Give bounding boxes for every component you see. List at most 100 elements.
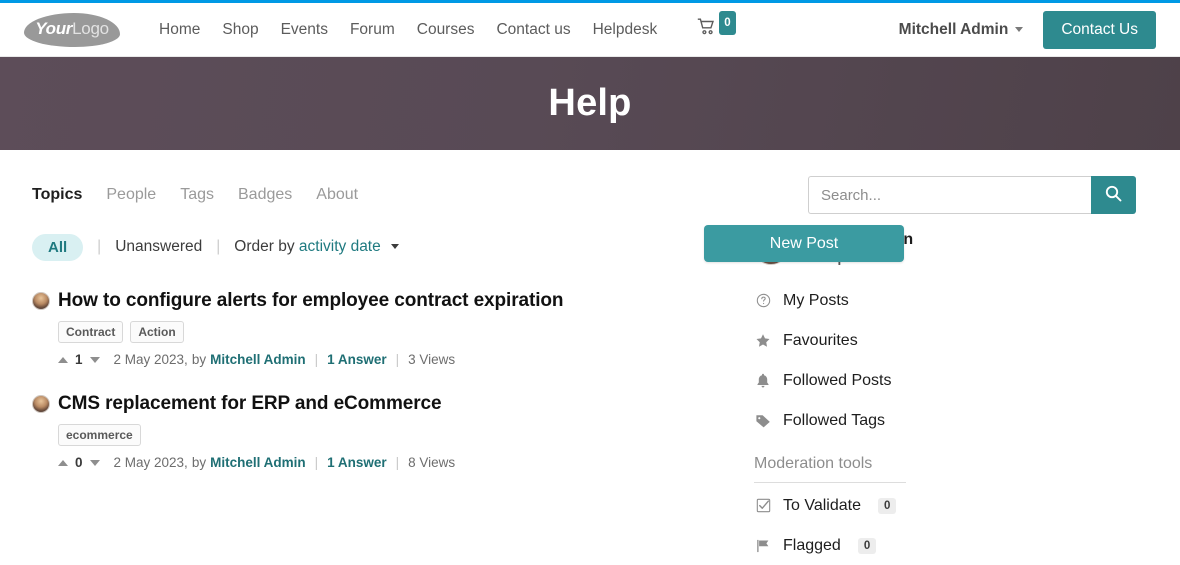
check-square-icon [754,498,772,513]
vote-down-icon[interactable] [89,356,100,363]
post-list-item: CMS replacement for ERP and eCommerce ec… [32,393,692,470]
page-title: Help [548,82,632,124]
post-tag[interactable]: Action [130,321,184,343]
filter-separator-1: | [97,238,102,255]
nav-link-courses[interactable]: Courses [406,20,486,40]
search-box [808,176,1136,214]
sidebar-item-favourites[interactable]: Favourites [754,328,994,353]
meta-separator: | [395,352,400,367]
star-icon [754,333,772,349]
meta-separator: | [314,352,319,367]
post-date: 2 May 2023, [113,455,188,470]
meta-separator: | [314,455,319,470]
nav-link-events[interactable]: Events [270,20,339,40]
vote-count: 1 [75,352,83,367]
post-title-link[interactable]: How to configure alerts for employee con… [58,290,563,312]
new-post-button[interactable]: New Post [704,225,904,262]
post-by-label: by [191,455,207,470]
sidebar-item-label: Favourites [783,331,858,349]
shopping-cart-icon [697,18,716,41]
post-author-link[interactable]: Mitchell Admin [210,455,306,470]
post-tag[interactable]: ecommerce [58,424,141,446]
post-author-link[interactable]: Mitchell Admin [210,352,306,367]
post-by-label: by [191,352,207,367]
filter-separator-2: | [216,238,221,255]
logo-text-bold: Your [35,18,73,38]
post-list-item: How to configure alerts for employee con… [32,290,692,367]
order-by-value[interactable]: activity date [299,238,381,255]
post-tag[interactable]: Contract [58,321,124,343]
sidebar-item-label: Followed Tags [783,411,885,429]
sidebar-item-to-validate[interactable]: To Validate 0 [754,493,994,518]
primary-nav: Home Shop Events Forum Courses Contact u… [148,10,747,42]
sidebar-item-label: To Validate [783,496,861,514]
forum-tabs: Topics People Tags Badges About [32,182,370,208]
order-by-label: Order by [234,238,295,255]
user-avatar-icon [32,395,50,413]
status-badge: 0 [857,537,877,554]
post-views: 8 Views [408,455,456,470]
post-title-link[interactable]: CMS replacement for ERP and eCommerce [58,393,442,415]
site-logo[interactable]: Your Logo [24,12,120,47]
main-navbar: Your Logo Home Shop Events Forum Courses … [0,3,1180,57]
cart-button[interactable]: 0 [686,10,746,42]
nav-link-helpdesk[interactable]: Helpdesk [582,20,669,40]
sidebar-item-label: Followed Posts [783,371,892,389]
tab-topics[interactable]: Topics [32,182,94,208]
status-badge: 0 [877,497,897,514]
search-input[interactable] [808,176,1091,214]
contact-us-button[interactable]: Contact Us [1043,10,1156,49]
vote-down-icon[interactable] [89,459,100,466]
sidebar-item-my-posts[interactable]: My Posts [754,288,994,313]
user-menu-label: Mitchell Admin [898,20,1009,38]
tab-tags[interactable]: Tags [168,182,226,208]
forum-subnav: Topics People Tags Badges About [0,150,1180,222]
new-post-wrap: New Post [704,225,904,262]
flag-icon [754,538,772,554]
moderation-tools-heading: Moderation tools [754,455,906,483]
sidebar-item-label: My Posts [783,291,849,309]
chevron-down-icon [391,244,400,250]
content-area: All | Unanswered | Order by activity dat… [0,222,1180,565]
vote-up-icon[interactable] [58,356,68,363]
tab-about[interactable]: About [304,182,370,208]
page-hero: Help [0,57,1180,150]
cart-count-badge: 0 [719,10,736,35]
post-answers-link[interactable]: 1 Answer [327,455,387,470]
sidebar-item-followed-tags[interactable]: Followed Tags [754,408,994,433]
logo-text: Your Logo [24,13,120,47]
page-root: Your Logo Home Shop Events Forum Courses … [0,0,1180,565]
vote-count: 0 [75,455,83,470]
order-by-control[interactable]: Order by activity date [234,238,400,256]
posts-column: All | Unanswered | Order by activity dat… [32,222,692,565]
post-views: 3 Views [408,352,456,367]
search-icon [1105,185,1122,205]
sidebar-item-followed-posts[interactable]: Followed Posts [754,368,994,393]
post-tags: ecommerce [58,424,692,446]
bell-icon [754,373,772,389]
navbar-right: Mitchell Admin Contact Us [899,10,1156,49]
sidebar-item-flagged[interactable]: Flagged 0 [754,533,994,558]
tag-icon [754,413,772,429]
tab-people[interactable]: People [94,182,168,208]
post-meta: 0 2 May 2023, by Mitchell Admin | 1 Answ… [58,455,692,470]
chevron-down-icon [1015,27,1024,32]
post-filters: All | Unanswered | Order by activity dat… [32,232,692,262]
vote-up-icon[interactable] [58,459,68,466]
post-tags: Contract Action [58,321,692,343]
post-meta: 1 2 May 2023, by Mitchell Admin | 1 Answ… [58,352,692,367]
question-circle-icon [754,293,772,308]
user-avatar-icon [32,292,50,310]
search-submit-button[interactable] [1091,176,1136,214]
nav-link-home[interactable]: Home [148,20,211,40]
post-date: 2 May 2023, [113,352,188,367]
user-menu-button[interactable]: Mitchell Admin [899,21,1024,39]
post-answers-link[interactable]: 1 Answer [327,352,387,367]
tab-badges[interactable]: Badges [226,182,304,208]
filter-all[interactable]: All [32,233,84,261]
filter-unanswered[interactable]: Unanswered [115,238,202,256]
nav-link-shop[interactable]: Shop [211,20,269,40]
logo-text-light: Logo [72,18,109,38]
nav-link-contact-us[interactable]: Contact us [485,20,581,40]
nav-link-forum[interactable]: Forum [339,20,406,40]
